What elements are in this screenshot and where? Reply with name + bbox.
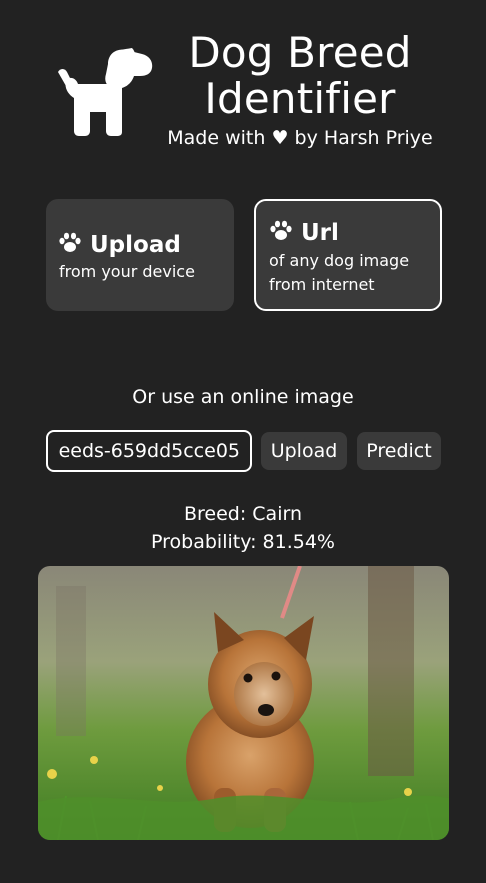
page-title: Dog Breed Identifier [188, 28, 412, 123]
upload-button[interactable]: Upload [261, 432, 347, 470]
upload-mode-card[interactable]: Upload from your device [46, 199, 234, 311]
paw-icon [270, 220, 292, 240]
url-mode-label: Url [301, 220, 339, 246]
probability-text: Probability: 81.54% [151, 531, 335, 553]
upload-mode-description: from your device [59, 262, 195, 281]
paw-icon [59, 232, 81, 252]
upload-mode-title: Upload [58, 231, 181, 259]
breed-text: Breed: Cairn [183, 503, 303, 525]
url-mode-card[interactable]: Url of any dog image from internet [254, 199, 442, 311]
prediction-result: Breed: Cairn Probability: 81.54% [0, 500, 486, 556]
upload-mode-label: Upload [90, 232, 181, 258]
dog-photo [38, 566, 449, 840]
app-page: Dog Breed Identifier Made with ♥ by Hars… [0, 0, 486, 883]
header: Dog Breed Identifier Made with ♥ by Hars… [0, 0, 486, 170]
online-image-label: Or use an online image [132, 386, 354, 408]
dog-photo-illustration [38, 566, 449, 840]
image-url-input[interactable]: eeds-659dd5cce05 [46, 430, 252, 472]
url-mode-title: Url [269, 219, 339, 247]
predict-button[interactable]: Predict [357, 432, 441, 470]
dog-icon [58, 48, 153, 136]
author-credit: Made with ♥ by Harsh Priye [167, 127, 433, 149]
url-mode-description: of any dog image from internet [269, 251, 410, 294]
